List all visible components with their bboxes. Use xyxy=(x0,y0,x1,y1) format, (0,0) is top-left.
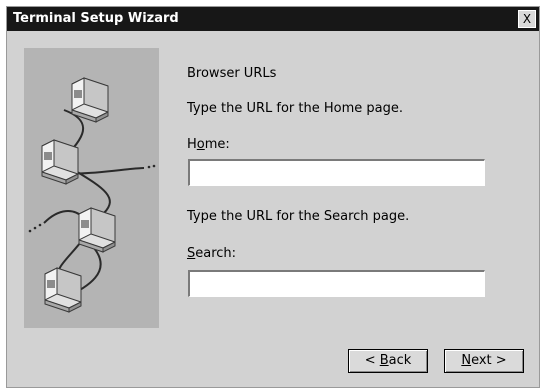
network-computers-icon xyxy=(24,48,159,328)
next-button[interactable]: Next > xyxy=(444,349,524,373)
search-url-input[interactable] xyxy=(188,270,485,297)
home-url-instruction: Type the URL for the Home page. xyxy=(187,101,403,116)
close-button[interactable]: X xyxy=(518,10,536,28)
search-field-label: Search: xyxy=(187,246,237,261)
search-url-instruction: Type the URL for the Search page. xyxy=(187,209,410,224)
back-button[interactable]: < Back xyxy=(348,349,428,373)
title-bar[interactable]: Terminal Setup Wizard X xyxy=(7,7,539,31)
wizard-window: Terminal Setup Wizard X Browser URLs Typ… xyxy=(6,6,540,388)
page-heading: Browser URLs xyxy=(187,66,277,81)
window-title: Terminal Setup Wizard xyxy=(13,11,179,26)
home-field-label: Home: xyxy=(187,137,230,152)
home-url-input[interactable] xyxy=(188,159,485,186)
